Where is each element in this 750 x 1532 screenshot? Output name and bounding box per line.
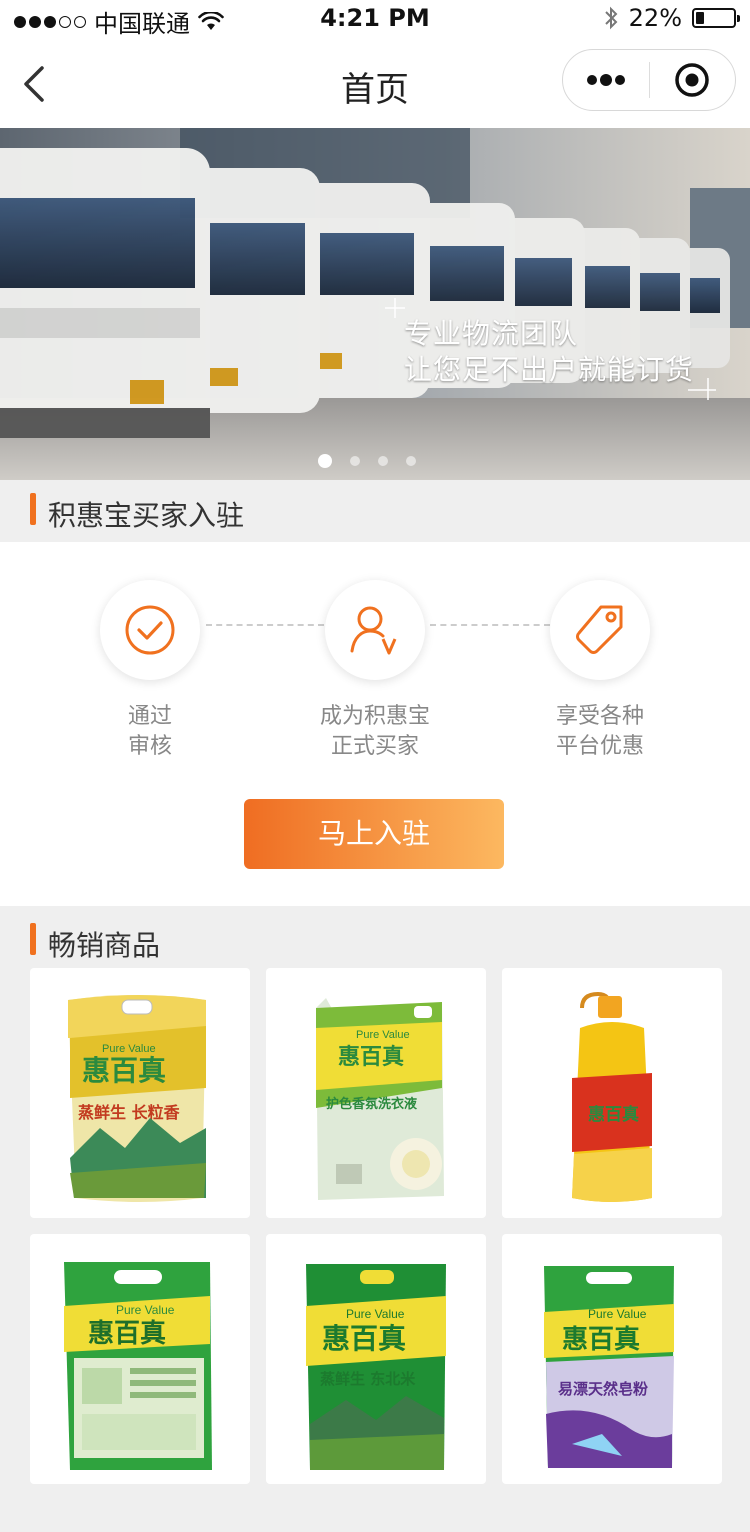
product-image: Pure Value 惠百真 蒸鲜生 东北米: [306, 1264, 446, 1470]
brand-en: Pure Value: [356, 1029, 410, 1041]
section-accent-bar: [30, 923, 36, 955]
target-icon: [675, 63, 709, 97]
brand-en: Pure Value: [588, 1307, 647, 1321]
carousel-dot[interactable]: [378, 456, 388, 466]
close-mini-program-button[interactable]: [650, 50, 736, 110]
banner-image: [0, 128, 750, 480]
banner-carousel[interactable]: 专业物流团队 让您足不出户就能订货: [0, 128, 750, 480]
carousel-dot[interactable]: [318, 454, 332, 468]
products-section-header: 畅销商品: [0, 908, 750, 970]
brand-name: 惠百真: [322, 1322, 406, 1355]
carousel-dot[interactable]: [350, 456, 360, 466]
check-circle-icon: [125, 605, 175, 655]
battery-percent: 22%: [628, 4, 682, 32]
product-image: Pure Value 惠百真 护色香氛洗衣液: [316, 998, 444, 1200]
product-image: Pure Value 惠百真: [64, 1262, 212, 1470]
section-accent-bar: [30, 493, 36, 525]
brand-name: 惠百真: [562, 1325, 640, 1355]
more-dots-icon: [586, 74, 625, 86]
products-section-title: 畅销商品: [48, 929, 161, 962]
step-2-line-1: 成为积惠宝: [319, 704, 430, 729]
step-2-line-2: 正式买家: [330, 734, 419, 759]
step-approve: 通过 审核: [50, 580, 250, 762]
product-card[interactable]: Pure Value 惠百真 蒸鲜生 东北米: [266, 1234, 486, 1484]
brand-en: Pure Value: [116, 1303, 175, 1317]
join-now-button[interactable]: 马上入驻: [244, 799, 504, 869]
join-panel: 通过 审核 成为积惠宝 正式买家 享受各种 平台优惠 马上入驻: [0, 542, 750, 906]
mini-program-capsule: [562, 49, 736, 111]
product-label: 蒸鲜生 东北米: [320, 1370, 416, 1388]
brand-name: 惠百真: [338, 1044, 404, 1070]
carousel-indicators: [318, 454, 416, 468]
step-3-line-1: 享受各种: [555, 704, 644, 729]
bluetooth-icon: [604, 6, 618, 30]
step-1-line-1: 通过: [127, 704, 172, 729]
banner-caption: 专业物流团队 让您足不出户就能订货: [404, 316, 694, 388]
more-button[interactable]: [563, 50, 649, 110]
navigation-bar: 首页: [0, 40, 750, 128]
brand-name: 惠百真: [588, 1104, 639, 1125]
step-become-buyer: 成为积惠宝 正式买家: [275, 580, 475, 762]
brand-name: 惠百真: [88, 1319, 166, 1349]
product-card[interactable]: Pure Value 惠百真 蒸鲜生 长粒香: [30, 968, 250, 1218]
brand-en: Pure Value: [346, 1307, 405, 1321]
status-bar: 中国联通 4:21 PM 22%: [0, 0, 750, 40]
product-label: 易漂天然皂粉: [558, 1380, 648, 1398]
step-1-line-2: 审核: [127, 734, 172, 759]
product-image: Pure Value 惠百真 蒸鲜生 长粒香: [68, 995, 206, 1202]
banner-line-1: 专业物流团队: [404, 317, 579, 350]
product-label: 蒸鲜生 长粒香: [78, 1103, 181, 1122]
product-image: Pure Value 惠百真 易漂天然皂粉: [544, 1266, 674, 1468]
product-card[interactable]: 惠百真: [502, 968, 722, 1218]
step-enjoy-discounts: 享受各种 平台优惠: [500, 580, 700, 762]
price-tag-icon: [576, 605, 623, 654]
battery-icon: [692, 8, 740, 28]
product-card[interactable]: Pure Value 惠百真 护色香氛洗衣液: [266, 968, 486, 1218]
user-v-icon: [350, 606, 397, 655]
product-label: 护色香氛洗衣液: [326, 1096, 417, 1112]
banner-line-2: 让您足不出户就能订货: [404, 353, 695, 386]
carousel-dot[interactable]: [406, 456, 416, 466]
product-card[interactable]: Pure Value 惠百真: [30, 1234, 250, 1484]
join-section-title: 积惠宝买家入驻: [48, 499, 245, 532]
product-image: 惠百真: [572, 991, 652, 1202]
join-section-header: 积惠宝买家入驻: [0, 480, 750, 542]
brand-name: 惠百真: [82, 1054, 166, 1087]
product-card[interactable]: Pure Value 惠百真 易漂天然皂粉: [502, 1234, 722, 1484]
step-3-line-2: 平台优惠: [555, 734, 644, 759]
